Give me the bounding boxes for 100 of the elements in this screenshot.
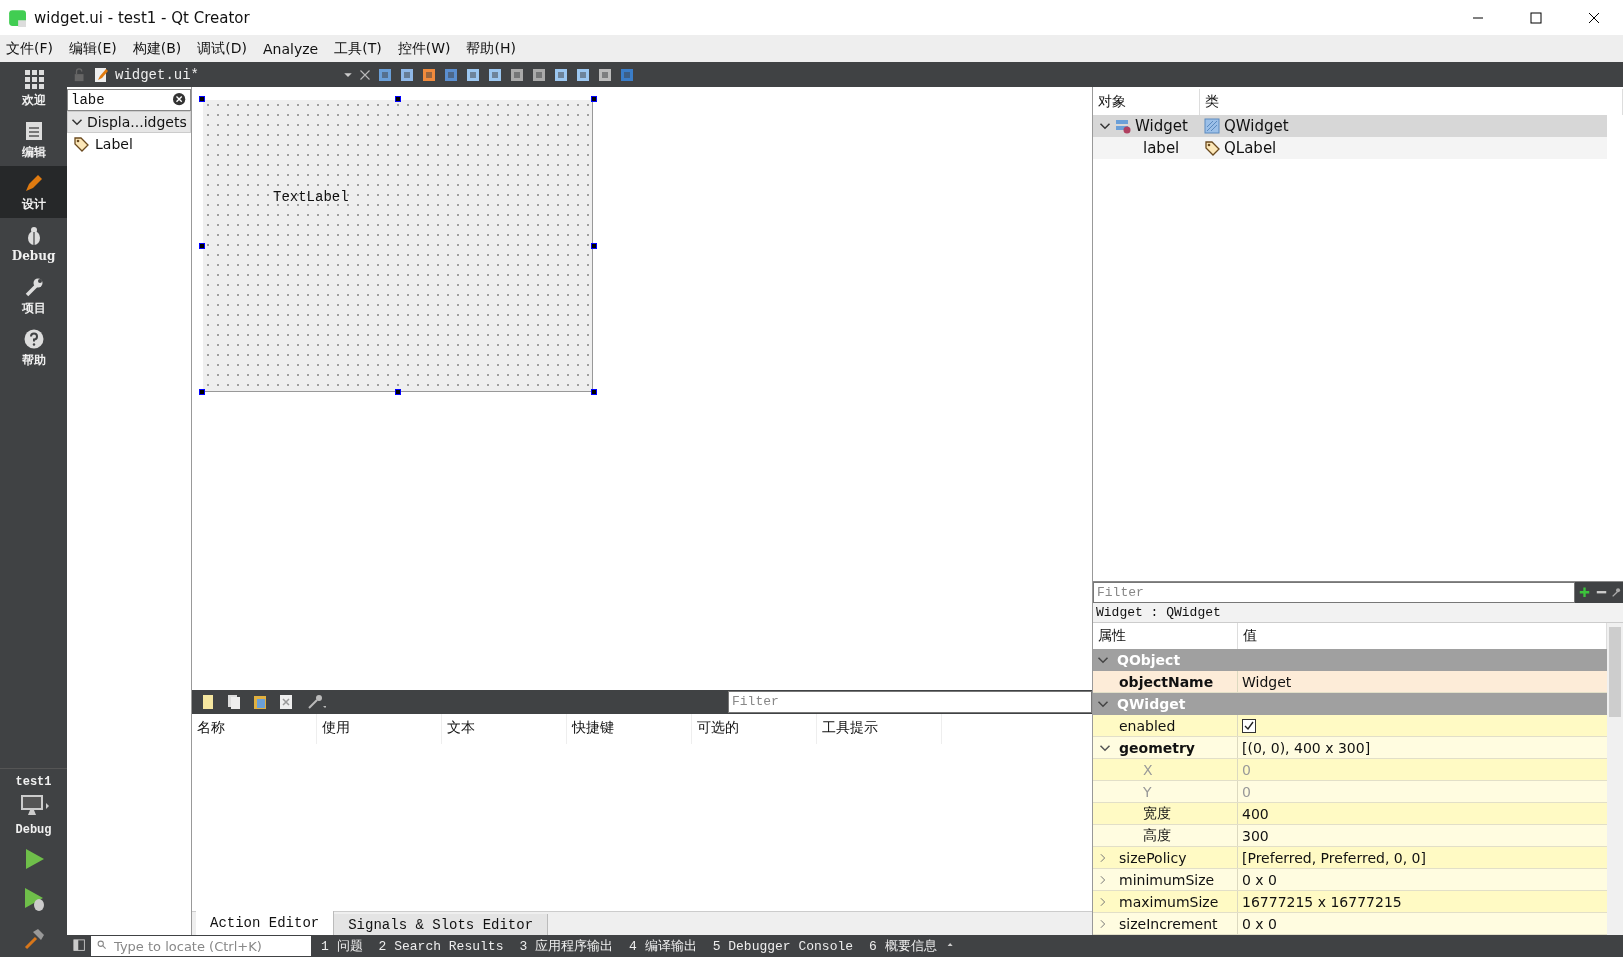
object-name: label	[1143, 139, 1180, 157]
layout-tool-icon	[377, 66, 393, 83]
column-header[interactable]: 使用	[317, 714, 442, 744]
resize-handle[interactable]	[199, 389, 205, 395]
property-name: sizePolicy	[1119, 849, 1187, 866]
layout-tool-icon	[531, 66, 547, 83]
output-pane-button[interactable]: 3 应用程序输出	[513, 937, 620, 955]
mode-tab[interactable]: 项目	[0, 270, 67, 322]
layout-tool-icon	[575, 66, 591, 83]
tree-row[interactable]: label QLabel	[1093, 137, 1607, 159]
close-icon	[359, 68, 371, 81]
layout-tool-icon	[509, 66, 525, 83]
category-header[interactable]: Displa...idgets	[67, 111, 191, 133]
editor-tab[interactable]: Signals & Slots Editor	[334, 914, 549, 935]
menu-item[interactable]: 工具(T)	[332, 39, 390, 58]
menu-item[interactable]: 文件(F)	[4, 39, 61, 58]
output-pane-button[interactable]: 1 问题	[315, 937, 369, 955]
scrollbar[interactable]	[1607, 623, 1623, 935]
mode-tab[interactable]: Debug	[0, 218, 67, 270]
layout-tool-icon	[597, 66, 613, 83]
resize-handle[interactable]	[199, 243, 205, 249]
grid-icon	[22, 67, 45, 90]
property-name: Y	[1143, 783, 1152, 800]
copy-icon	[226, 694, 242, 710]
layout-tool-icon	[399, 66, 415, 83]
selected-object-label: Widget : QWidget	[1093, 603, 1623, 623]
column-header[interactable]: 文本	[442, 714, 567, 744]
property-value[interactable]: 0 x 0	[1242, 871, 1277, 888]
app-icon	[8, 8, 26, 27]
plus-icon	[1579, 585, 1592, 600]
checkbox[interactable]	[1242, 718, 1256, 733]
resize-handle[interactable]	[395, 96, 401, 102]
property-name: objectName	[1119, 673, 1214, 690]
form-canvas[interactable]: TextLabel	[203, 100, 593, 392]
property-name: geometry	[1119, 739, 1195, 756]
edit-file-icon	[93, 66, 109, 83]
build-config: Debug	[15, 823, 52, 837]
tag-icon	[73, 136, 89, 152]
layout-tool-icon	[465, 66, 481, 83]
help-icon	[22, 327, 45, 350]
filter-field[interactable]: Filter	[728, 691, 1092, 713]
file-dropdown[interactable]: widget.ui*	[93, 62, 353, 87]
resize-handle[interactable]	[395, 389, 401, 395]
column-header[interactable]: 名称	[192, 714, 317, 744]
resize-handle[interactable]	[591, 243, 597, 249]
property-value[interactable]: 300	[1242, 827, 1269, 844]
mode-tab[interactable]: 编辑	[0, 114, 67, 166]
tag-icon	[1204, 140, 1220, 156]
resize-handle[interactable]	[591, 389, 597, 395]
menu-item[interactable]: 控件(W)	[395, 39, 459, 58]
close-icon	[1588, 11, 1600, 24]
menu-item[interactable]: 调试(D)	[195, 39, 255, 58]
output-pane-button[interactable]: 4 编译输出	[623, 937, 703, 955]
locate-field[interactable]: Type to locate (Ctrl+K)	[91, 936, 311, 956]
mode-tab[interactable]: 设计	[0, 166, 67, 218]
menu-item[interactable]: 构建(B)	[130, 39, 190, 58]
search-icon	[97, 940, 109, 952]
property-value[interactable]: [(0, 0), 400 x 300]	[1242, 739, 1371, 756]
menu-item[interactable]: 帮助(H)	[464, 39, 524, 58]
window-title: widget.ui - test1 - Qt Creator	[34, 8, 250, 27]
property-name: maximumSize	[1119, 893, 1219, 910]
sidebar-toggle-icon	[73, 939, 87, 953]
property-value[interactable]: Widget	[1242, 673, 1292, 690]
layout-tool-icon	[553, 66, 569, 83]
lock-icon	[73, 67, 87, 82]
layout-tool-icon	[619, 66, 635, 83]
column-header[interactable]: 可选的	[692, 714, 817, 744]
property-value[interactable]: [Preferred, Preferred, 0, 0]	[1242, 849, 1426, 866]
widget-item[interactable]: Label	[67, 133, 191, 155]
layout-tool-icon	[421, 66, 437, 83]
new-action-icon	[200, 694, 216, 710]
column-header[interactable]: 工具提示	[817, 714, 942, 744]
editor-tab[interactable]: Action Editor	[196, 911, 335, 935]
output-pane-button[interactable]: 5 Debugger Console	[706, 938, 860, 954]
class-name: QWidget	[1224, 117, 1289, 135]
maximize-icon	[1530, 11, 1542, 24]
tree-row[interactable]: Widget QWidget	[1093, 115, 1607, 137]
widget-search-field[interactable]: labe	[67, 89, 191, 111]
property-value[interactable]: 16777215 x 16777215	[1242, 893, 1402, 910]
resize-handle[interactable]	[199, 96, 205, 102]
property-name: minimumSize	[1119, 871, 1215, 888]
mode-tab[interactable]: 帮助	[0, 322, 67, 374]
property-name: 高度	[1143, 826, 1171, 845]
property-value[interactable]: 400	[1242, 805, 1269, 822]
property-name: sizeIncrement	[1119, 915, 1218, 932]
paste-icon	[252, 694, 268, 710]
output-pane-button[interactable]: 2 Search Results	[372, 938, 510, 954]
column-header[interactable]: 快捷键	[567, 714, 692, 744]
mode-tab[interactable]: 欢迎	[0, 62, 67, 114]
layout-tool-icon	[487, 66, 503, 83]
form-icon	[1115, 118, 1131, 134]
output-pane-button[interactable]: 6 概要信息	[863, 937, 943, 955]
menu-item[interactable]: 编辑(E)	[67, 39, 125, 58]
resize-handle[interactable]	[591, 96, 597, 102]
layout-tool-icon	[443, 66, 459, 83]
text-label[interactable]: TextLabel	[273, 189, 349, 205]
menu-item[interactable]: Analyze	[261, 40, 327, 57]
property-name: X	[1143, 761, 1153, 778]
property-value[interactable]: 0 x 0	[1242, 915, 1277, 932]
filter-field[interactable]: Filter	[1093, 582, 1575, 603]
